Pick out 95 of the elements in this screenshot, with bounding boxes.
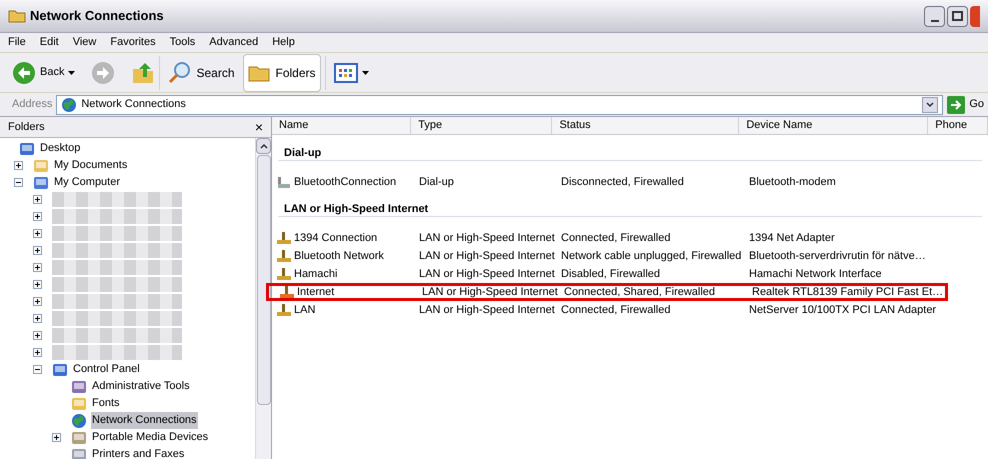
tree-item[interactable]: My Documents bbox=[53, 157, 128, 174]
chevron-down-icon bbox=[926, 102, 934, 108]
table-cell-text: Disconnected, Firewalled bbox=[561, 174, 684, 190]
tree-item[interactable]: Printers and Faxes bbox=[91, 446, 186, 459]
table-cell[interactable]: Internet bbox=[297, 284, 334, 300]
group-heading: Dial-up bbox=[283, 147, 322, 159]
column-header[interactable]: Phone bbox=[928, 117, 988, 134]
table-cell-text: NetServer 10/100TX PCI LAN Adapter bbox=[749, 302, 936, 318]
table-cell[interactable]: Bluetooth Network bbox=[294, 248, 384, 264]
back-button[interactable]: Back bbox=[8, 56, 80, 90]
table-cell-text: Connected, Firewalled bbox=[561, 302, 670, 318]
chevron-up-icon bbox=[260, 143, 268, 149]
table-cell[interactable]: BluetoothConnection bbox=[294, 174, 396, 190]
column-header[interactable]: Name bbox=[272, 117, 412, 134]
globe-icon bbox=[61, 96, 78, 112]
column-header[interactable]: Type bbox=[411, 117, 552, 134]
expand-toggle[interactable] bbox=[33, 297, 42, 306]
table-cell[interactable]: Hamachi bbox=[294, 266, 338, 282]
tree-item[interactable]: Fonts bbox=[91, 395, 121, 412]
menu-item[interactable]: View bbox=[72, 34, 96, 51]
table-row[interactable]: 1394 Connection LAN or High-Speed Internet Connected, Firewalled 1394 Net Adapter bbox=[272, 229, 988, 247]
menu-item[interactable]: Help bbox=[272, 34, 295, 51]
table-cell-text: Realtek RTL8139 Family PCI Fast Et… bbox=[752, 284, 944, 300]
expand-toggle[interactable] bbox=[33, 195, 42, 204]
caret-icon bbox=[68, 70, 76, 74]
table-cell-text: LAN or High-Speed Internet bbox=[419, 266, 555, 282]
view-grid-icon bbox=[334, 62, 358, 82]
tree-item[interactable]: My Computer bbox=[53, 174, 122, 191]
tree-item[interactable]: Network Connections bbox=[91, 412, 198, 429]
globe-icon bbox=[71, 412, 87, 428]
search-icon bbox=[168, 60, 192, 84]
collapse-toggle[interactable] bbox=[14, 178, 23, 187]
expand-toggle[interactable] bbox=[33, 280, 42, 289]
search-button[interactable]: Search bbox=[164, 54, 238, 92]
table-cell-text: 1394 Net Adapter bbox=[749, 230, 835, 246]
menu-item[interactable]: Edit bbox=[40, 34, 59, 51]
expand-toggle[interactable] bbox=[33, 263, 42, 272]
network-connection-icon bbox=[279, 284, 295, 300]
expand-toggle[interactable] bbox=[33, 331, 42, 340]
table-row[interactable]: Hamachi LAN or High-Speed Internet Disabled, Firewalled Hamachi Network Interface bbox=[272, 265, 988, 283]
column-header[interactable]: Status bbox=[552, 117, 740, 134]
table-cell-text: Connected, Shared, Firewalled bbox=[564, 284, 716, 300]
table-cell-text: LAN or High-Speed Internet bbox=[419, 302, 555, 318]
tree-item[interactable]: Portable Media Devices bbox=[91, 429, 210, 446]
expand-toggle[interactable] bbox=[33, 229, 42, 238]
column-header[interactable]: Device Name bbox=[739, 117, 928, 134]
expand-toggle[interactable] bbox=[33, 212, 42, 221]
close-pane-button[interactable]: × bbox=[254, 120, 263, 134]
table-cell[interactable]: LAN bbox=[294, 302, 316, 318]
table-row[interactable]: LAN LAN or High-Speed Internet Connected, Firewalled NetServer 10/100TX PCI LAN Adapter bbox=[272, 301, 988, 319]
table-row[interactable]: BluetoothConnection Dial-up Disconnected, Firewalled Bluetooth-modem bbox=[272, 173, 988, 191]
pane-title: Folders bbox=[8, 120, 45, 135]
menu-item[interactable]: Tools bbox=[170, 34, 196, 51]
tree-item[interactable]: Control Panel bbox=[72, 361, 141, 378]
network-connection-icon bbox=[276, 248, 292, 264]
tree-item[interactable]: Administrative Tools bbox=[91, 378, 191, 395]
table-row[interactable]: Bluetooth Network LAN or High-Speed Internet Network cable unplugged, Firewalled Bluetooth-serverdrivrutin för nätve… bbox=[272, 247, 988, 265]
expand-toggle[interactable] bbox=[14, 161, 23, 170]
window-title: Network Connections bbox=[30, 7, 164, 26]
table-cell-text: LAN or High-Speed Internet bbox=[419, 248, 555, 264]
dropdown-button[interactable] bbox=[922, 96, 938, 112]
network-connection-icon bbox=[276, 230, 292, 246]
table-cell-text: Connected, Firewalled bbox=[561, 230, 670, 246]
network-connection-icon bbox=[276, 302, 292, 318]
address-field[interactable]: Network Connections bbox=[56, 94, 944, 114]
go-button[interactable]: Go bbox=[947, 96, 984, 114]
table-cell-text: LAN or High-Speed Internet bbox=[422, 284, 558, 300]
expand-toggle[interactable] bbox=[33, 314, 42, 323]
tree-item[interactable]: Desktop bbox=[39, 140, 82, 157]
table-cell-text: Dial-up bbox=[419, 174, 454, 190]
table-cell-text: Bluetooth-modem bbox=[749, 174, 836, 190]
close-button[interactable] bbox=[970, 6, 980, 26]
expand-toggle[interactable] bbox=[52, 433, 61, 442]
group-heading: LAN or High-Speed Internet bbox=[283, 203, 430, 215]
menu-item[interactable]: Favorites bbox=[110, 34, 156, 51]
minimize-button[interactable] bbox=[924, 6, 945, 26]
menu-item[interactable]: Advanced bbox=[209, 34, 258, 51]
caret-icon bbox=[362, 70, 369, 74]
address-label: Address bbox=[12, 97, 52, 112]
table-cell-text: Network cable unplugged, Firewalled bbox=[561, 248, 742, 264]
table-cell-text: Bluetooth-serverdrivrutin för nätve… bbox=[749, 248, 926, 264]
menu-item[interactable]: File bbox=[8, 34, 26, 51]
folders-button[interactable]: Folders bbox=[242, 54, 321, 92]
table-cell-text: Disabled, Firewalled bbox=[561, 266, 660, 282]
scrollbar[interactable] bbox=[255, 138, 271, 459]
maximize-button[interactable] bbox=[947, 6, 968, 26]
collapse-toggle[interactable] bbox=[33, 365, 42, 374]
scroll-up-button[interactable] bbox=[256, 138, 271, 154]
up-folder-icon bbox=[131, 60, 156, 84]
table-cell[interactable]: 1394 Connection bbox=[294, 230, 378, 246]
network-connection-icon bbox=[276, 266, 292, 282]
expand-toggle[interactable] bbox=[33, 246, 42, 255]
expand-toggle[interactable] bbox=[33, 348, 42, 357]
table-cell-text: Hamachi Network Interface bbox=[749, 266, 882, 282]
table-cell-text: LAN or High-Speed Internet bbox=[419, 230, 555, 246]
